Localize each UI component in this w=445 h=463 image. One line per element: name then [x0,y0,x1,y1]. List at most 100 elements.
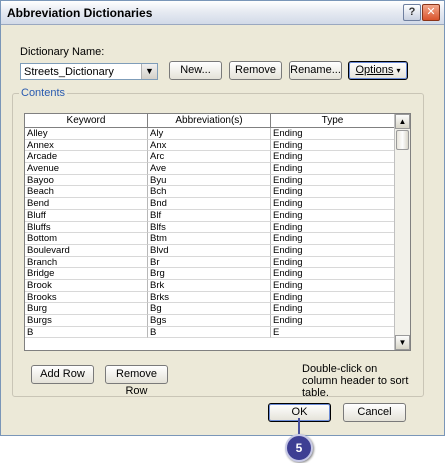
table-body: Alley Aly Ending Annex Anx Ending Arcade Arc End… [25,128,395,339]
table-row[interactable]: Bluff Blf Ending [25,209,395,222]
abbreviation-cell[interactable]: Blfs [148,221,271,234]
chevron-down-icon[interactable]: ▼ [141,64,157,79]
abbreviation-cell[interactable]: Brg [148,268,271,280]
table-row[interactable]: Brook Brk Ending [25,279,395,292]
abbreviation-cell[interactable]: Arc [148,151,271,164]
keyword-cell[interactable]: Bend [25,198,148,210]
table-row[interactable]: Branch Br Ending [25,256,395,269]
options-label: Options [355,64,394,76]
options-button[interactable]: Options ▾ [348,61,408,80]
table-row[interactable]: Burgs Bgs Ending [25,315,395,327]
column-header-type[interactable]: Type [271,114,395,128]
dictionary-name-label: Dictionary Name: [20,46,105,58]
abbreviation-cell[interactable]: B [148,326,271,339]
type-cell[interactable]: Ending [271,163,395,175]
keyword-cell[interactable]: Arcade [25,151,148,164]
type-cell[interactable]: E [271,326,395,339]
new-button[interactable]: New... [169,61,222,80]
vertical-scrollbar[interactable]: ▲ ▼ [394,114,410,350]
keyword-cell[interactable]: Burg [25,303,148,315]
type-cell[interactable]: Ending [271,279,395,292]
keyword-cell[interactable]: Brooks [25,291,148,304]
abbreviation-dictionaries-dialog: Abbreviation Dictionaries ? ✕ Dictionary… [0,0,445,436]
type-cell[interactable]: Ending [271,315,395,327]
abbreviation-cell[interactable]: Blf [148,209,271,222]
abbreviation-cell[interactable]: Brks [148,291,271,304]
abbreviation-cell[interactable]: Bg [148,303,271,315]
keyword-cell[interactable]: Annex [25,139,148,152]
keyword-cell[interactable]: Bridge [25,268,148,280]
keyword-cell[interactable]: Burgs [25,315,148,327]
keyword-cell[interactable]: Bluff [25,209,148,222]
abbreviation-cell[interactable]: Byu [148,174,271,187]
abbreviation-cell[interactable]: Br [148,256,271,269]
sort-hint-text: Double-click on column header to sort ta… [302,363,409,399]
abbreviation-cell[interactable]: Ave [148,163,271,175]
keyword-cell[interactable]: Bayoo [25,174,148,187]
abbreviation-cell[interactable]: Bgs [148,315,271,327]
abbreviation-cell[interactable]: Anx [148,139,271,152]
scroll-thumb[interactable] [396,130,409,150]
type-cell[interactable]: Ending [271,174,395,187]
column-header-abbreviation[interactable]: Abbreviation(s) [148,114,271,128]
table-header: Keyword Abbreviation(s) Type [25,114,395,128]
table-row[interactable]: Brooks Brks Ending [25,291,395,304]
scroll-up-icon[interactable]: ▲ [395,114,410,129]
type-cell[interactable]: Ending [271,209,395,222]
keyword-cell[interactable]: Beach [25,186,148,199]
abbreviation-cell[interactable]: Bnd [148,198,271,210]
table-row[interactable]: Bluffs Blfs Ending [25,221,395,234]
abbreviation-cell[interactable]: Btm [148,233,271,245]
table-row[interactable]: Avenue Ave Ending [25,163,395,175]
abbreviation-cell[interactable]: Aly [148,128,271,140]
type-cell[interactable]: Ending [271,221,395,234]
type-cell[interactable]: Ending [271,139,395,152]
type-cell[interactable]: Ending [271,198,395,210]
keyword-cell[interactable]: Branch [25,256,148,269]
table-row[interactable]: Bottom Btm Ending [25,233,395,245]
type-cell[interactable]: Ending [271,291,395,304]
remove-button[interactable]: Remove [229,61,282,80]
keyword-cell[interactable]: Bluffs [25,221,148,234]
cancel-button[interactable]: Cancel [343,403,406,422]
keyword-cell[interactable]: B [25,326,148,339]
table-row[interactable]: Arcade Arc Ending [25,151,395,164]
rename-button[interactable]: Rename... [289,61,342,80]
abbreviation-cell[interactable]: Bch [148,186,271,199]
dictionary-name-value: Streets_Dictionary [24,66,114,78]
type-cell[interactable]: Ending [271,128,395,140]
type-cell[interactable]: Ending [271,151,395,164]
table-row[interactable]: Boulevard Blvd Ending [25,244,395,257]
type-cell[interactable]: Ending [271,256,395,269]
keyword-cell[interactable]: Bottom [25,233,148,245]
table-row[interactable]: Bridge Brg Ending [25,268,395,280]
type-cell[interactable]: Ending [271,186,395,199]
window-title: Abbreviation Dictionaries [7,6,153,20]
scroll-down-icon[interactable]: ▼ [395,335,410,350]
remove-row-button[interactable]: Remove Row [105,365,168,397]
keyword-cell[interactable]: Brook [25,279,148,292]
type-cell[interactable]: Ending [271,268,395,280]
table-row[interactable]: Annex Anx Ending [25,139,395,152]
keyword-cell[interactable]: Boulevard [25,244,148,257]
title-bar: Abbreviation Dictionaries ? ✕ [1,1,444,25]
table-row[interactable]: Bend Bnd Ending [25,198,395,210]
keyword-cell[interactable]: Alley [25,128,148,140]
table-row[interactable]: BBE [25,326,395,339]
help-icon[interactable]: ? [403,4,421,21]
table-row[interactable]: Burg Bg Ending [25,303,395,315]
type-cell[interactable]: Ending [271,233,395,245]
abbreviation-cell[interactable]: Blvd [148,244,271,257]
table-row[interactable]: Alley Aly Ending [25,128,395,140]
abbreviation-cell[interactable]: Brk [148,279,271,292]
close-icon[interactable]: ✕ [422,4,440,21]
table-row[interactable]: Beach Bch Ending [25,186,395,199]
table-row[interactable]: Bayoo Byu Ending [25,174,395,187]
type-cell[interactable]: Ending [271,244,395,257]
column-header-keyword[interactable]: Keyword [25,114,148,128]
add-row-button[interactable]: Add Row [31,365,94,384]
dictionary-name-select[interactable]: Streets_Dictionary ▼ [20,63,158,80]
contents-table: Keyword Abbreviation(s) Type Alley Aly End… [24,113,411,351]
type-cell[interactable]: Ending [271,303,395,315]
keyword-cell[interactable]: Avenue [25,163,148,175]
